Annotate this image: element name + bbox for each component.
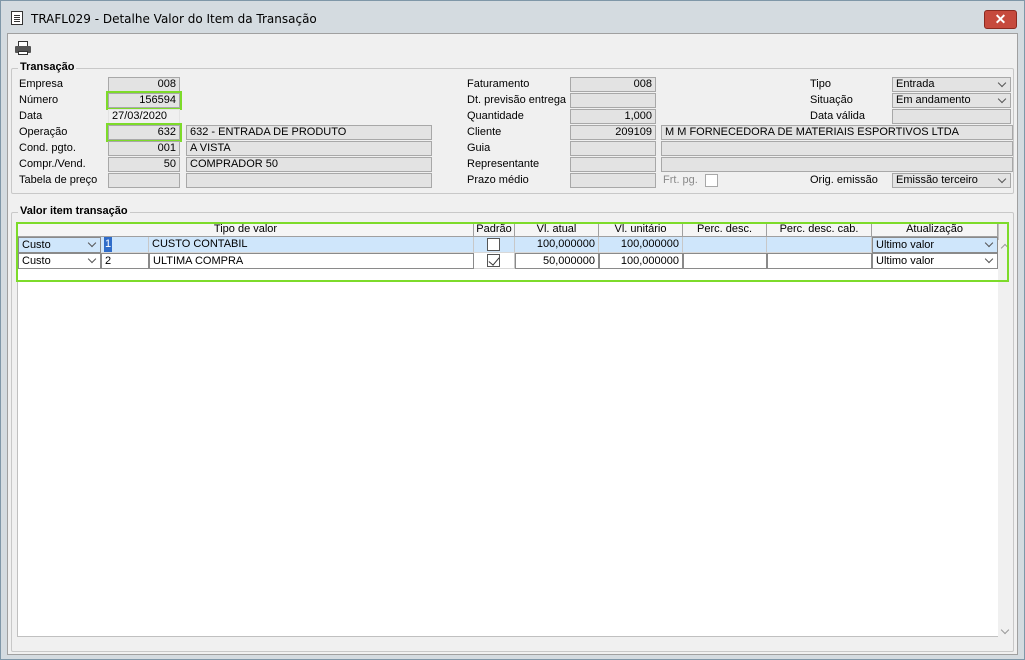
empresa-field[interactable]: 008 [108, 77, 180, 92]
operacao-desc-field: 632 - ENTRADA DE PRODUTO [186, 125, 432, 140]
data-valida-field[interactable] [892, 109, 1011, 124]
tabela-preco-label: Tabela de preço [19, 174, 98, 186]
prazo-medio-label: Prazo médio [467, 174, 529, 186]
chevron-down-icon[interactable] [997, 175, 1007, 185]
faturamento-label: Faturamento [467, 78, 530, 90]
data-valida-label: Data válida [810, 110, 866, 122]
client-area: Transação Empresa Número Data Operação C… [7, 33, 1018, 655]
vertical-scrollbar[interactable] [998, 240, 1013, 638]
tabela-preco-desc-field [186, 173, 432, 188]
representante-desc-field [661, 157, 1013, 172]
transacao-title: Transação [18, 61, 77, 73]
printer-icon[interactable] [15, 41, 31, 55]
operacao-label: Operação [19, 126, 68, 138]
chevron-down-icon[interactable] [997, 79, 1007, 89]
tipo-select[interactable]: Entrada [892, 77, 1011, 92]
dt-previsao-field[interactable] [570, 93, 656, 108]
app-window: TRAFL029 - Detalhe Valor do Item da Tran… [0, 0, 1025, 660]
situacao-label: Situação [810, 94, 853, 106]
data-field[interactable]: 27/03/2020 [108, 109, 180, 124]
cliente-code-field[interactable]: 209109 [570, 125, 656, 140]
situacao-value: Em andamento [896, 94, 971, 106]
cond-pgto-code-field[interactable]: 001 [108, 141, 180, 156]
chevron-down-icon[interactable] [997, 95, 1007, 105]
tipo-value: Entrada [896, 78, 935, 90]
window-title: TRAFL029 - Detalhe Valor do Item da Tran… [31, 12, 317, 26]
document-icon [11, 11, 23, 25]
frt-pg-label: Frt. pg. [663, 174, 698, 186]
tipo-label: Tipo [810, 78, 831, 90]
numero-label: Número [19, 94, 59, 106]
faturamento-field[interactable]: 008 [570, 77, 656, 92]
quantidade-label: Quantidade [467, 110, 524, 122]
value-grid [17, 223, 999, 637]
cliente-desc-field: M M FORNECEDORA DE MATERIAIS ESPORTIVOS … [661, 125, 1013, 140]
valor-item-title: Valor item transação [18, 205, 130, 217]
compr-vend-code-field[interactable]: 50 [108, 157, 180, 172]
quantidade-field[interactable]: 1,000 [570, 109, 656, 124]
representante-code-field[interactable] [570, 157, 656, 172]
frt-pg-checkbox[interactable] [705, 174, 718, 187]
situacao-select[interactable]: Em andamento [892, 93, 1011, 108]
scroll-down-icon[interactable] [1000, 625, 1010, 635]
orig-emissao-label: Orig. emissão [810, 174, 878, 186]
grid-highlight [16, 222, 1009, 282]
representante-label: Representante [467, 158, 540, 170]
cond-pgto-desc-field: A VISTA [186, 141, 432, 156]
tabela-preco-code-field[interactable] [108, 173, 180, 188]
empresa-label: Empresa [19, 78, 64, 90]
close-button[interactable]: ✕ [984, 10, 1017, 29]
cliente-label: Cliente [467, 126, 502, 138]
operacao-code-field[interactable]: 632 [106, 123, 182, 142]
guia-code-field[interactable] [570, 141, 656, 156]
orig-emissao-value: Emissão terceiro [896, 174, 978, 186]
data-label: Data [19, 110, 43, 122]
title-bar: TRAFL029 - Detalhe Valor do Item da Tran… [1, 1, 1024, 33]
prazo-medio-field[interactable] [570, 173, 656, 188]
numero-field[interactable]: 156594 [106, 91, 182, 110]
compr-vend-desc-field: COMPRADOR 50 [186, 157, 432, 172]
guia-desc-field [661, 141, 1013, 156]
cond-pgto-label: Cond. pgto. [19, 142, 76, 154]
dt-previsao-label: Dt. previsão entrega [467, 94, 567, 106]
orig-emissao-select[interactable]: Emissão terceiro [892, 173, 1011, 188]
compr-vend-label: Compr./Vend. [19, 158, 86, 170]
guia-label: Guia [467, 142, 491, 154]
